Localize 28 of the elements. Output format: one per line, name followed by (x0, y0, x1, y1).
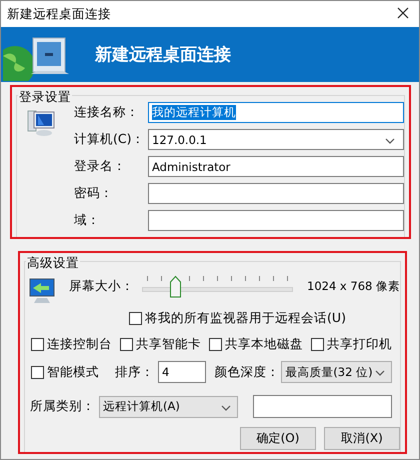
combo-box[interactable]: 127.0.0.1 (148, 129, 404, 150)
field-label: 登录名： (74, 158, 127, 175)
field-label: 颜色深度： (214, 364, 280, 380)
checkbox-label: 将我的所有监视器用于远程会话(U) (145, 310, 346, 327)
checkbox-label: 智能模式 (47, 364, 99, 380)
field-label: 计算机(C)： (74, 131, 146, 148)
checkbox-label: 共享智能卡 (136, 336, 201, 353)
field-label: 密码： (74, 185, 114, 202)
group-title: 高级设置 (26, 255, 80, 272)
field-label: 连接名称： (74, 104, 140, 121)
field-label: 域： (74, 212, 101, 229)
field-label: 屏幕大小： (69, 278, 134, 294)
group-title: 登录设置 (18, 89, 72, 106)
dialog-button[interactable]: 确定(O) (240, 427, 316, 450)
field-label: 所属类别： (30, 398, 95, 415)
checkbox-label: 共享本地磁盘 (225, 336, 303, 353)
combo-box[interactable]: 远程计算机(A) (99, 396, 238, 418)
input-field[interactable]: 我的远程计算机 (148, 102, 404, 123)
resolution-reading: 1024 x 768 像素 (307, 278, 400, 294)
checkbox-label: 共享打印机 (327, 336, 392, 353)
dialog-button[interactable]: 取消(X) (324, 427, 400, 450)
banner-title: 新建远程桌面连接 (95, 44, 231, 66)
combo-box[interactable]: 最高质量(32 位) (281, 361, 392, 383)
field-label: 排序： (115, 364, 154, 380)
input-field[interactable]: Administrator (148, 156, 404, 177)
input-field[interactable]: 4 (158, 361, 206, 383)
window-title: 新建远程桌面连接 (7, 6, 111, 22)
checkbox-label: 连接控制台 (47, 336, 112, 353)
